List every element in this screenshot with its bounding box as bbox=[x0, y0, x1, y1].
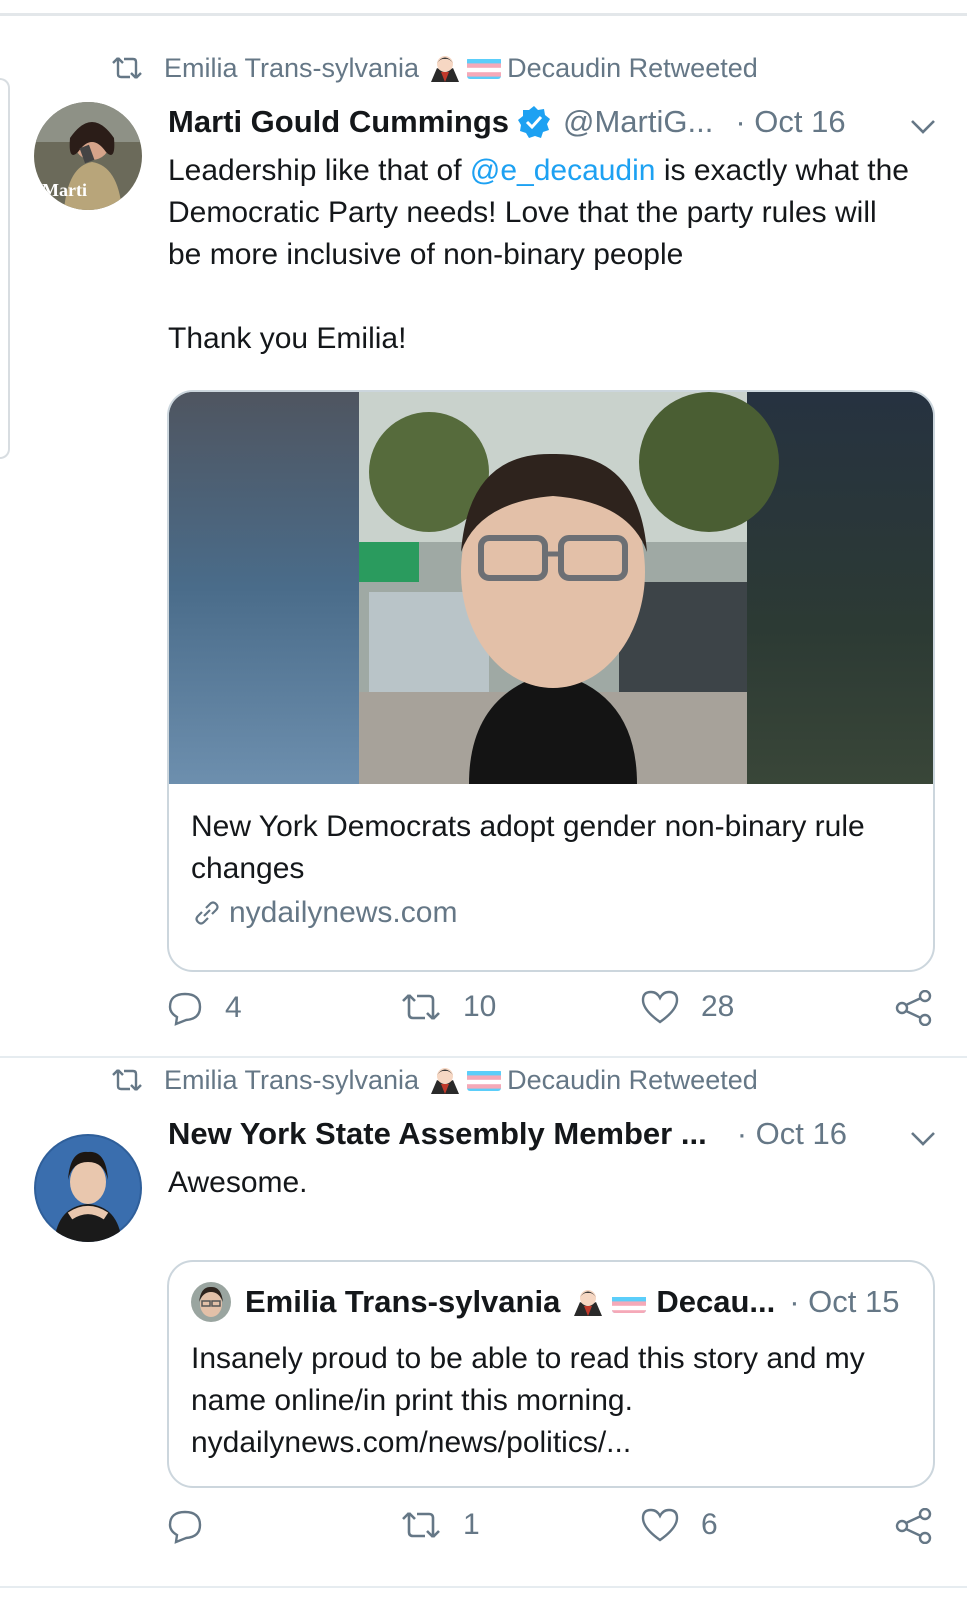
tweet-divider bbox=[0, 1056, 967, 1058]
avatar[interactable] bbox=[34, 1134, 142, 1242]
card-domain: nydailynews.com bbox=[229, 896, 458, 929]
retweeted-label: Decaudin Retweeted bbox=[507, 52, 758, 83]
reply-button[interactable] bbox=[167, 1508, 225, 1544]
drawer-handle[interactable] bbox=[0, 78, 10, 459]
trans-flag-icon bbox=[612, 1291, 647, 1313]
quoted-text: Insanely proud to be able to read this s… bbox=[191, 1342, 865, 1459]
tweet-divider bbox=[0, 1586, 967, 1588]
retweet-icon bbox=[112, 1069, 142, 1091]
retweeter-name[interactable]: Emilia Trans-sylvania bbox=[164, 1065, 419, 1096]
like-button[interactable]: 28 bbox=[641, 990, 734, 1024]
quoted-avatar bbox=[191, 1282, 231, 1322]
card-domain-row: nydailynews.com bbox=[169, 890, 933, 954]
quoted-header: Emilia Trans-sylvania Decau... · Oct 15 bbox=[191, 1282, 913, 1322]
reply-icon bbox=[168, 992, 202, 1026]
tweet-actions: 4 10 28 bbox=[167, 990, 937, 1034]
quoted-author-suffix: Decau... bbox=[656, 1284, 776, 1319]
tweet-text-line-2: Thank you Emilia! bbox=[168, 322, 407, 355]
quoted-tweet[interactable]: Emilia Trans-sylvania Decau... · Oct 15 … bbox=[167, 1260, 935, 1488]
tweet-text-part: Leadership like that of bbox=[168, 154, 470, 187]
retweet-context: Emilia Trans-sylvania Decaudin Retweeted bbox=[112, 1064, 758, 1096]
vampire-emoji-icon bbox=[574, 1290, 603, 1316]
verified-badge-icon bbox=[518, 106, 550, 138]
quoted-date[interactable]: · Oct 15 bbox=[789, 1284, 899, 1320]
retweet-icon bbox=[112, 57, 142, 79]
heart-icon bbox=[641, 990, 679, 1024]
share-icon bbox=[895, 990, 932, 1026]
mention-link[interactable]: @e_decaudin bbox=[470, 154, 656, 187]
share-button[interactable] bbox=[895, 990, 955, 1026]
tweet-actions: 1 6 bbox=[167, 1508, 937, 1552]
retweet-icon bbox=[402, 994, 440, 1020]
reply-button[interactable]: 4 bbox=[167, 990, 242, 1026]
tweet-header: New York State Assembly Member ... · Oct… bbox=[168, 1116, 927, 1152]
retweet-count: 10 bbox=[463, 990, 497, 1023]
trans-flag-icon bbox=[467, 1069, 502, 1091]
tweet-header: Marti Gould Cummings @MartiG... · Oct 16 bbox=[168, 104, 927, 140]
retweet-context: Emilia Trans-sylvania Decaudin Retweeted bbox=[112, 52, 758, 84]
retweeted-label: Decaudin Retweeted bbox=[507, 1064, 758, 1095]
heart-icon bbox=[641, 1508, 679, 1542]
top-divider bbox=[0, 13, 967, 16]
avatar[interactable]: Marti bbox=[34, 102, 142, 210]
reply-count: 4 bbox=[225, 991, 242, 1024]
retweet-count: 1 bbox=[463, 1508, 480, 1541]
vampire-emoji-icon bbox=[431, 56, 460, 82]
like-count: 28 bbox=[701, 990, 735, 1023]
retweet-button[interactable]: 10 bbox=[401, 990, 496, 1024]
quoted-author-name[interactable]: Emilia Trans-sylvania bbox=[245, 1284, 560, 1320]
share-button[interactable] bbox=[895, 1508, 955, 1544]
reply-icon bbox=[168, 1510, 202, 1544]
like-count: 6 bbox=[701, 1508, 718, 1541]
link-icon bbox=[195, 901, 219, 925]
card-title: New York Democrats adopt gender non-bina… bbox=[191, 810, 865, 885]
share-icon bbox=[895, 1508, 932, 1544]
tweet-text: Leadership like that of @e_decaudin is e… bbox=[168, 150, 917, 276]
avatar-text: Marti bbox=[42, 180, 87, 200]
vampire-emoji-icon bbox=[431, 1068, 460, 1094]
trans-flag-icon bbox=[467, 57, 502, 79]
tweet-date[interactable]: · Oct 16 bbox=[735, 104, 845, 140]
chevron-down-icon[interactable] bbox=[909, 1130, 937, 1148]
like-button[interactable]: 6 bbox=[641, 1508, 718, 1542]
chevron-down-icon[interactable] bbox=[909, 118, 937, 136]
retweet-button[interactable]: 1 bbox=[401, 1508, 480, 1542]
author-handle[interactable]: @MartiG... bbox=[563, 104, 713, 140]
tweet-text: Awesome. bbox=[168, 1166, 308, 1199]
author-name[interactable]: Marti Gould Cummings bbox=[168, 104, 509, 140]
retweeter-name[interactable]: Emilia Trans-sylvania bbox=[164, 53, 419, 84]
retweet-icon bbox=[402, 1512, 440, 1538]
card-image bbox=[169, 392, 933, 784]
link-card[interactable]: New York Democrats adopt gender non-bina… bbox=[167, 390, 935, 972]
author-name[interactable]: New York State Assembly Member ... bbox=[168, 1116, 707, 1152]
tweet-date[interactable]: · Oct 16 bbox=[737, 1116, 847, 1152]
